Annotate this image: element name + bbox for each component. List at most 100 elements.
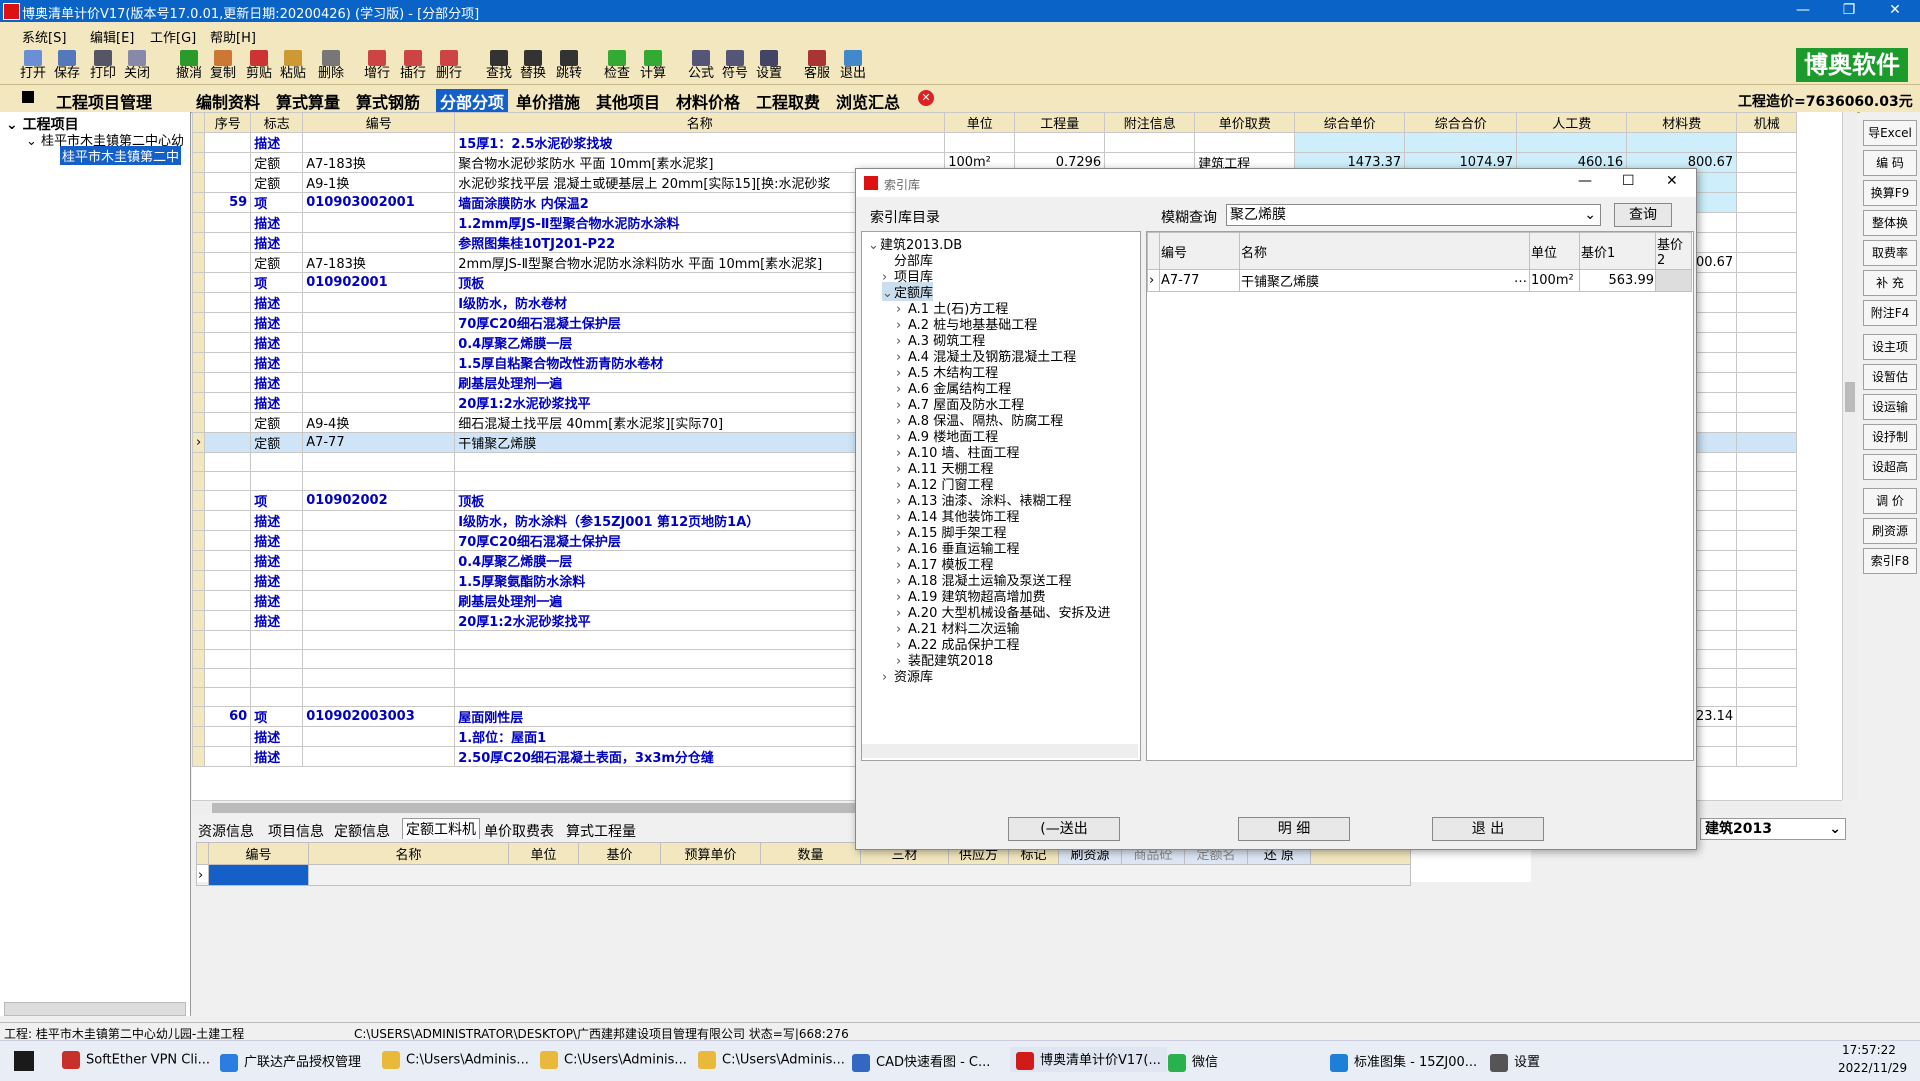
cell-flag[interactable]: 描述 <box>250 312 304 333</box>
cell-seq[interactable] <box>204 649 252 669</box>
cell-mech[interactable] <box>1736 668 1798 688</box>
result-code[interactable]: A7-77 <box>1159 269 1240 292</box>
cell-flag[interactable]: 描述 <box>250 510 304 531</box>
cell-up[interactable] <box>1294 132 1406 153</box>
cell-flag[interactable]: 项 <box>250 192 304 213</box>
taskbar-item-3[interactable]: C:\Users\Adminis... <box>540 1051 687 1069</box>
right-button-8[interactable]: 设暂估 <box>1863 364 1917 390</box>
query-button[interactable]: 查询 <box>1614 203 1672 227</box>
cell-flag[interactable] <box>250 668 304 688</box>
cell-note[interactable] <box>1104 132 1196 153</box>
bottom-col-3[interactable]: 基价 <box>578 842 661 865</box>
cell-code[interactable] <box>302 530 456 551</box>
expand-icon[interactable]: › <box>882 670 894 685</box>
cell-seq[interactable] <box>204 252 252 273</box>
cell-code[interactable] <box>302 630 456 650</box>
cell-qty[interactable] <box>1014 132 1106 153</box>
cell-code[interactable]: 010903002001 <box>302 192 456 213</box>
cell-seq[interactable] <box>204 132 252 153</box>
cell-mat[interactable] <box>1626 132 1738 153</box>
cell-seq[interactable] <box>204 292 252 313</box>
cell-mech[interactable] <box>1736 746 1798 767</box>
cell-seq[interactable] <box>204 630 252 650</box>
result-price[interactable]: 563.99 <box>1579 269 1656 292</box>
taskbar-item-6[interactable]: 博奥清单计价V17(... <box>1010 1047 1167 1072</box>
result-unit[interactable]: 100m² <box>1529 269 1580 292</box>
right-button-11[interactable]: 设超高 <box>1863 454 1917 480</box>
expand-icon[interactable]: ⌄ <box>882 286 894 301</box>
toolbar-button-13[interactable]: 替换 <box>516 48 550 82</box>
cell-mech[interactable] <box>1736 232 1798 253</box>
bottom-tab-2[interactable]: 定额信息 <box>334 821 390 841</box>
cell-mech[interactable] <box>1736 530 1798 551</box>
search-input[interactable]: 聚乙烯膜 ⌄ <box>1226 204 1601 226</box>
cell-mech[interactable] <box>1736 590 1798 611</box>
cell-flag[interactable]: 描述 <box>250 352 304 373</box>
toolbar-button-14[interactable]: 跳转 <box>552 48 586 82</box>
bottom-tab-0[interactable]: 资源信息 <box>198 821 254 841</box>
db-select[interactable]: 建筑2013 ⌄ <box>1700 818 1846 840</box>
cell-code[interactable] <box>302 687 456 707</box>
toolbar-button-9[interactable]: 增行 <box>360 48 394 82</box>
right-button-0[interactable]: 导Excel <box>1863 120 1917 146</box>
cell-flag[interactable] <box>250 649 304 669</box>
cell-flag[interactable]: 定额 <box>250 152 304 173</box>
tree-scrollbar[interactable] <box>4 1002 186 1016</box>
cell-flag[interactable]: 项 <box>250 490 304 511</box>
nav-tab-2[interactable]: 算式钢筋 <box>356 89 420 113</box>
cell-mech[interactable] <box>1736 706 1798 727</box>
taskbar-item-0[interactable]: SoftEther VPN Cli... <box>62 1051 210 1069</box>
cell-mech[interactable] <box>1736 312 1798 333</box>
cell-mech[interactable] <box>1736 192 1798 213</box>
cell-code[interactable] <box>302 352 456 373</box>
right-button-6[interactable]: 附注F4 <box>1863 300 1917 326</box>
col-header-11[interactable]: 材料费 <box>1626 112 1738 133</box>
cell-code[interactable] <box>302 550 456 571</box>
index-tree-node[interactable]: › 资源库 <box>882 666 933 685</box>
toolbar-button-19[interactable]: 设置 <box>752 48 786 82</box>
cell-code[interactable] <box>302 292 456 313</box>
toolbar-button-15[interactable]: 检查 <box>600 48 634 82</box>
cell-seq[interactable] <box>204 590 252 611</box>
toolbar-button-2[interactable]: 打印 <box>86 48 120 82</box>
bottom-col-2[interactable]: 单位 <box>508 842 579 865</box>
cell-seq[interactable] <box>204 570 252 591</box>
cell-flag[interactable] <box>250 471 304 491</box>
cell-flag[interactable]: 描述 <box>250 726 304 747</box>
bottom-col-5[interactable]: 数量 <box>760 842 861 865</box>
cell-seq[interactable] <box>204 550 252 571</box>
bottom-tab-5[interactable]: 算式工程量 <box>566 821 636 841</box>
cell-code[interactable]: 010902003003 <box>302 706 456 727</box>
cell-mech[interactable] <box>1736 490 1798 511</box>
menu-help[interactable]: 帮助[H] <box>210 27 256 46</box>
cell-mech[interactable] <box>1736 610 1798 631</box>
cell-flag[interactable]: 描述 <box>250 392 304 413</box>
right-button-2[interactable]: 换算F9 <box>1863 180 1917 206</box>
toolbar-button-21[interactable]: 退出 <box>836 48 870 82</box>
cell-seq[interactable] <box>204 530 252 551</box>
cell-seq[interactable]: 60 <box>204 706 252 727</box>
cell-mech[interactable] <box>1736 292 1798 313</box>
toolbar-button-6[interactable]: 剪贴 <box>242 48 276 82</box>
cell-mech[interactable] <box>1736 132 1798 153</box>
cell-mech[interactable] <box>1736 649 1798 669</box>
cell-mech[interactable] <box>1736 212 1798 233</box>
cell-code[interactable]: A7-183换 <box>302 152 456 173</box>
toolbar-button-17[interactable]: 公式 <box>684 48 718 82</box>
cell-seq[interactable] <box>204 746 252 767</box>
nav-tab-1[interactable]: 算式算量 <box>276 89 340 113</box>
results-col-3[interactable]: 基价1 <box>1579 232 1656 270</box>
cell-code[interactable] <box>302 372 456 393</box>
right-button-3[interactable]: 整体换 <box>1863 210 1917 236</box>
cell-seq[interactable] <box>204 232 252 253</box>
cell-flag[interactable]: 描述 <box>250 610 304 631</box>
send-button[interactable]: (—送出 <box>1008 817 1120 841</box>
bottom-row-rest[interactable] <box>308 864 1411 886</box>
cell-fee[interactable] <box>1194 132 1296 153</box>
cell-code[interactable] <box>302 212 456 233</box>
cell-code[interactable] <box>302 590 456 611</box>
cell-code[interactable]: A7-183换 <box>302 252 456 273</box>
taskbar-item-4[interactable]: C:\Users\Adminis... <box>698 1051 845 1069</box>
right-button-10[interactable]: 设抒制 <box>1863 424 1917 450</box>
cell-seq[interactable]: 59 <box>204 192 252 213</box>
